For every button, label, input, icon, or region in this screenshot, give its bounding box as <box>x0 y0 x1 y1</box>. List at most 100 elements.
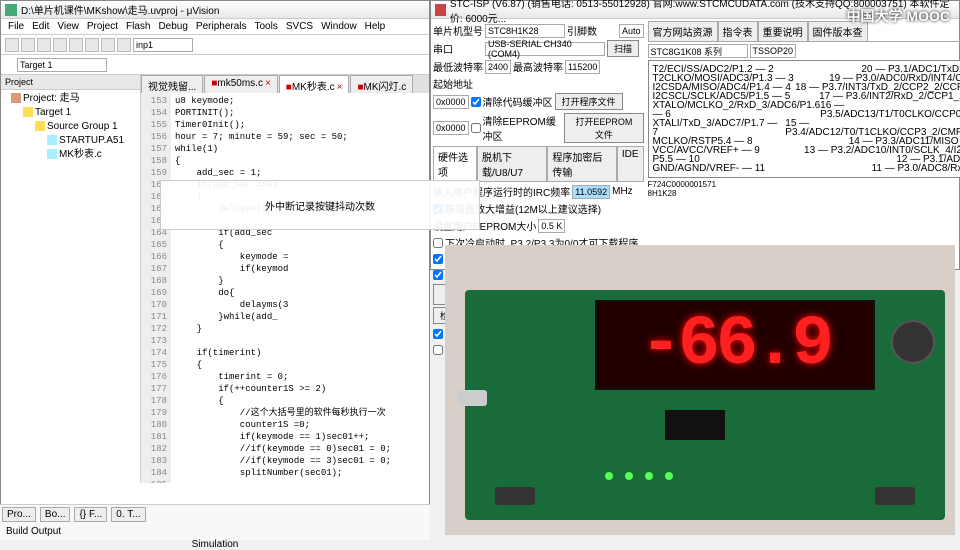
menu-peripherals[interactable]: Peripherals <box>193 21 250 32</box>
project-panel-header: Project <box>1 75 140 90</box>
status-bar: Simulation <box>0 539 430 550</box>
min-baud-combo[interactable]: 2400 <box>485 60 511 74</box>
menu-debug[interactable]: Debug <box>155 21 190 32</box>
tree-root[interactable]: Project: 走马 <box>23 93 80 104</box>
min-baud-label: 最低波特率 <box>433 59 483 74</box>
menu-help[interactable]: Help <box>362 21 389 32</box>
find-combo[interactable]: inp1 <box>133 38 193 52</box>
uvision-menubar[interactable]: File Edit View Project Flash Debug Perip… <box>1 19 429 35</box>
menu-flash[interactable]: Flash <box>123 21 153 32</box>
clear-eep-check[interactable] <box>471 123 481 133</box>
tree-file[interactable]: MK秒表.c <box>59 149 102 160</box>
tb-open-icon[interactable] <box>21 38 35 52</box>
tab-file[interactable]: 视觉残留... <box>141 75 203 93</box>
addr2-input[interactable]: 0x0000 <box>433 121 469 135</box>
tab-official[interactable]: 官方网站资源 <box>648 21 718 41</box>
open-eep-button[interactable]: 打开EEPROM文件 <box>564 113 643 143</box>
project-tree[interactable]: Project: 走马 Target 1 Source Group 1 STAR… <box>1 90 140 164</box>
port-combo[interactable]: USB-SERIAL CH340 (COM4) <box>485 42 605 56</box>
scan-button[interactable]: 扫描 <box>607 40 639 57</box>
source-code[interactable]: u8 keymode; PORTINIT(); Timer0Init(); ho… <box>171 93 429 483</box>
open-code-button[interactable]: 打开程序文件 <box>555 93 623 110</box>
menu-window[interactable]: Window <box>318 21 360 32</box>
mcu-type-combo[interactable]: STC8H1K28 <box>485 24 565 38</box>
auto-download-check[interactable] <box>433 345 443 355</box>
tab-notes[interactable]: 重要说明 <box>758 21 808 41</box>
file-icon <box>47 149 57 159</box>
menu-project[interactable]: Project <box>84 21 121 32</box>
eeprom-size-combo[interactable]: 0.5 K <box>538 219 565 233</box>
usb-port <box>457 390 487 406</box>
reset-pin-check[interactable] <box>433 254 443 264</box>
menu-svcs[interactable]: SVCS <box>283 21 316 32</box>
tab-file[interactable]: ■mk50ms.c× <box>204 75 277 93</box>
tab-offline[interactable]: 脱机下载/U8/U7 <box>477 146 547 181</box>
led-icon <box>625 472 633 480</box>
pinmode-combo[interactable]: Auto <box>619 24 644 38</box>
menu-edit[interactable]: Edit <box>29 21 52 32</box>
project-icon <box>11 93 21 103</box>
tb-copy-icon[interactable] <box>69 38 83 52</box>
line-gutter: 153 154 155 156 157 158 159 160 161 162 … <box>141 93 171 483</box>
target-combo[interactable]: Target 1 <box>17 58 107 72</box>
seven-segment-display: -66.9 <box>595 300 875 390</box>
series-combo[interactable]: STC8G1K08 系列 <box>648 44 748 58</box>
ver2-label: 8H1K28 <box>648 189 960 198</box>
pkg-combo[interactable]: TSSOP20 <box>750 44 797 58</box>
pinmode-label: 引脚数 <box>567 23 617 38</box>
tb-paste-icon[interactable] <box>85 38 99 52</box>
mcu-type-label: 单片机型号 <box>433 23 483 38</box>
caption-text: 外中断记录按键抖动次数 <box>265 198 375 213</box>
uvision-toolbar2: Target 1 <box>1 55 429 75</box>
uvision-window: D:\单片机课件\MKshow\走马.uvproj - μVision File… <box>0 0 430 520</box>
pinout-diagram: T2/ECI/SS/ADC2/P1.2 — 220 — P3.1/ADC1/Tx… <box>648 60 960 178</box>
auto-reload-check[interactable] <box>433 329 443 339</box>
bottom-tab[interactable]: 0. T... <box>111 507 145 522</box>
display-value: -66.9 <box>640 306 830 385</box>
mooc-watermark: 中国大学 MOOC <box>847 6 950 26</box>
clear-code-check[interactable] <box>471 97 481 107</box>
tab-hw-options[interactable]: 硬件选项 <box>433 146 477 181</box>
serial-assist-check[interactable] <box>433 270 443 280</box>
tb-undo-icon[interactable] <box>101 38 115 52</box>
menu-view[interactable]: View <box>54 21 82 32</box>
hw-button-left <box>495 487 535 505</box>
uvision-title: D:\单片机课件\MKshow\走马.uvproj - μVision <box>21 2 219 17</box>
hw-button-right <box>875 487 915 505</box>
irc-freq-input[interactable]: 11.0592 <box>572 185 610 199</box>
tab-file[interactable]: ■MK闪灯.c <box>350 75 413 93</box>
tab-encrypt[interactable]: 程序加密后传输 <box>547 146 616 181</box>
battery-holder <box>891 320 935 364</box>
editor-tabs: 视觉残留... ■mk50ms.c× ■MK秒表.c× ■MK闪灯.c <box>141 75 429 93</box>
tb-save-icon[interactable] <box>37 38 51 52</box>
tab-file-active[interactable]: ■MK秒表.c× <box>279 75 350 93</box>
bottom-tab[interactable]: Bo... <box>40 507 71 522</box>
tab-ide[interactable]: IDE <box>617 146 644 181</box>
uvision-bottom: Pro... Bo... {} F... 0. T... Build Outpu… <box>0 504 430 540</box>
tab-instr[interactable]: 指令表 <box>718 21 758 41</box>
tb-cut-icon[interactable] <box>53 38 67 52</box>
file-icon <box>47 135 57 145</box>
led-icon <box>665 472 673 480</box>
bottom-tab[interactable]: Pro... <box>2 507 36 522</box>
bottom-tab[interactable]: {} F... <box>74 507 107 522</box>
max-baud-label: 最高波特率 <box>513 59 563 74</box>
code-editor[interactable]: 153 154 155 156 157 158 159 160 161 162 … <box>141 93 429 483</box>
tree-target[interactable]: Target 1 <box>35 107 71 118</box>
max-baud-combo[interactable]: 115200 <box>565 60 600 74</box>
ver-label: F724C0000001571 <box>648 180 960 189</box>
tb-new-icon[interactable] <box>5 38 19 52</box>
project-panel: Project Project: 走马 Target 1 Source Grou… <box>1 75 141 483</box>
addr1-input[interactable]: 0x0000 <box>433 95 469 109</box>
stc-isp-window: STC-ISP (V6.87) (销售电话: 0513-55012928) 官网… <box>430 0 960 270</box>
stc-icon <box>435 4 446 16</box>
tree-group[interactable]: Source Group 1 <box>47 121 118 132</box>
menu-tools[interactable]: Tools <box>252 21 281 32</box>
pcb-board: -66.9 <box>465 290 945 520</box>
uvision-icon <box>5 4 17 16</box>
cold-boot-check[interactable] <box>433 238 443 248</box>
menu-file[interactable]: File <box>5 21 27 32</box>
tb-redo-icon[interactable] <box>117 38 131 52</box>
tree-file[interactable]: STARTUP.A51 <box>59 135 124 146</box>
hardware-photo: -66.9 <box>445 245 955 535</box>
